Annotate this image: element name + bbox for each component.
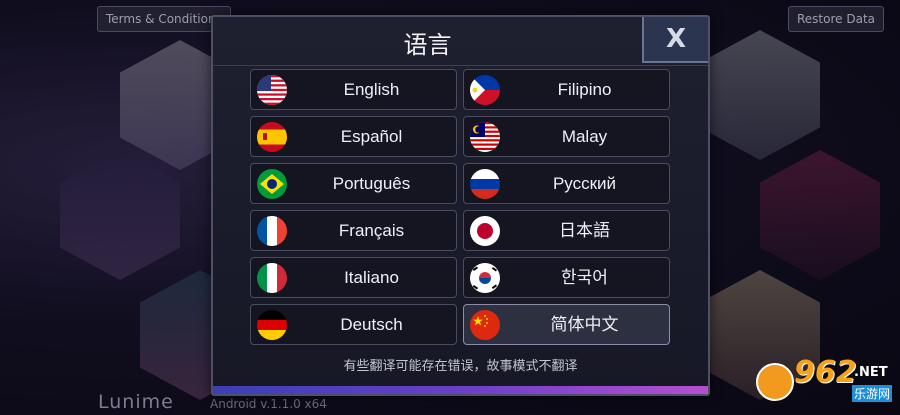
language-option-russian[interactable]: Русский [463, 163, 670, 204]
language-label: 日本語 [559, 221, 610, 240]
watermark-logo-icon [756, 363, 794, 401]
es-flag-icon [257, 122, 287, 152]
dialog-header: 语言 X [213, 17, 708, 66]
us-flag-icon [257, 75, 287, 105]
language-option-portugues[interactable]: Português [250, 163, 457, 204]
language-option-malay[interactable]: Malay [463, 116, 670, 157]
language-option-english[interactable]: English [250, 69, 457, 110]
br-flag-icon [257, 169, 287, 199]
language-label: Deutsch [340, 315, 403, 334]
language-label: Français [338, 221, 405, 240]
dialog-title: 语言 [403, 31, 452, 59]
language-option-espanol[interactable]: Español [250, 116, 457, 157]
watermark-subtitle: 乐游网 [852, 385, 893, 402]
translation-disclaimer: 有些翻译可能存在错误，故事模式不翻译 [343, 359, 578, 374]
language-option-deutsch[interactable]: Deutsch [250, 304, 457, 345]
ph-flag-icon [470, 75, 500, 105]
language-option-korean[interactable]: 한국어 [463, 257, 670, 298]
close-icon: X [665, 24, 687, 54]
language-label: English [343, 80, 400, 99]
it-flag-icon [257, 263, 287, 293]
language-label: Malay [561, 127, 608, 146]
language-option-italiano[interactable]: Italiano [250, 257, 457, 298]
language-label: 简体中文 [550, 315, 619, 334]
version-text: Android v.1.1.0 x64 [210, 397, 327, 411]
language-label: Русский [552, 174, 617, 193]
kr-flag-icon [470, 263, 500, 293]
language-label: Português [332, 174, 411, 193]
watermark-net: .NET [854, 365, 888, 380]
fr-flag-icon [257, 216, 287, 246]
language-label: Filipino [557, 80, 612, 99]
language-option-filipino[interactable]: Filipino [463, 69, 670, 110]
language-label: 한국어 [561, 268, 608, 287]
language-label: Italiano [344, 268, 399, 287]
de-flag-icon [257, 310, 287, 340]
restore-data-button[interactable]: Restore Data [788, 6, 884, 32]
brand-logo: Lunime [98, 391, 174, 413]
language-label: Español [340, 127, 403, 146]
cn-flag-icon [470, 310, 500, 340]
close-button[interactable]: X [642, 17, 708, 63]
my-flag-icon [470, 122, 500, 152]
ru-flag-icon [470, 169, 500, 199]
jp-flag-icon [470, 216, 500, 246]
language-option-chinese-simplified[interactable]: 简体中文 [463, 304, 670, 345]
language-option-japanese[interactable]: 日本語 [463, 210, 670, 251]
language-dialog: 语言 X English Filipino Español Malay Port… [211, 15, 710, 396]
site-watermark: 962 .NET 乐游网 [756, 355, 894, 409]
watermark-number: 962 [794, 355, 857, 390]
language-option-francais[interactable]: Français [250, 210, 457, 251]
